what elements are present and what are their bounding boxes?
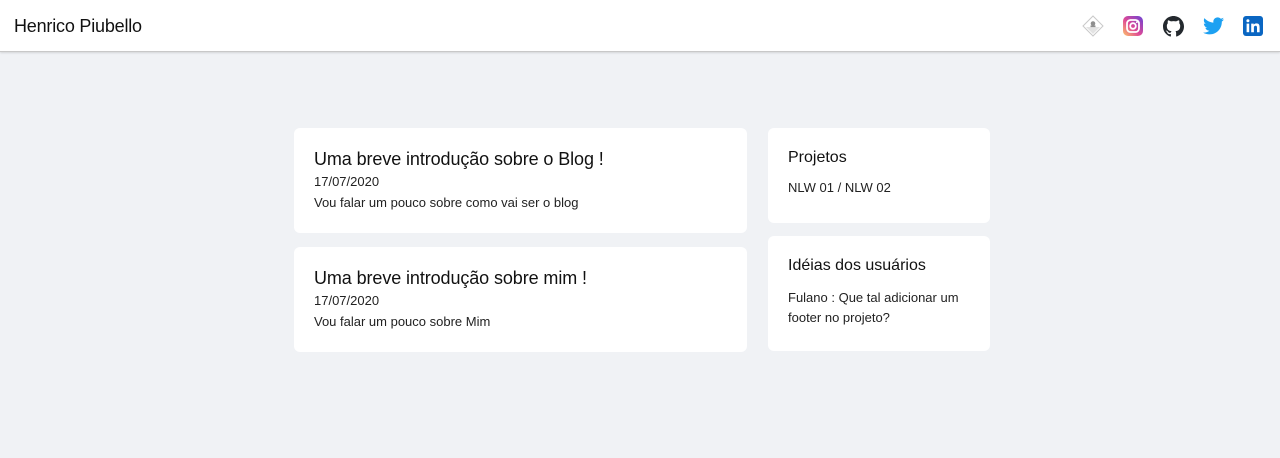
post-title[interactable]: Uma breve introdução sobre o Blog ! <box>314 148 727 170</box>
social-links <box>1064 14 1264 38</box>
post-card[interactable]: Uma breve introdução sobre o Blog ! 17/0… <box>294 128 747 233</box>
post-excerpt: Vou falar um pouco sobre como vai ser o … <box>314 195 579 210</box>
projects-title: Projetos <box>788 149 847 166</box>
user-ideas-card: Idéias dos usuários Fulano : Que tal adi… <box>768 236 990 351</box>
diamond-logo-icon[interactable] <box>1082 15 1104 37</box>
github-icon[interactable] <box>1162 15 1184 37</box>
post-date: 17/07/2020 <box>314 293 380 308</box>
instagram-icon[interactable] <box>1122 15 1144 37</box>
post-card[interactable]: Uma breve introdução sobre mim ! 17/07/2… <box>294 247 747 352</box>
post-excerpt: Vou falar um pouco sobre Mim <box>314 314 491 329</box>
site-title[interactable]: Henrico Piubello <box>14 16 142 36</box>
post-title[interactable]: Uma breve introdução sobre mim ! <box>314 267 727 289</box>
twitter-icon[interactable] <box>1202 15 1224 37</box>
top-navbar: Henrico Piubello <box>0 0 1280 52</box>
user-ideas-title: Idéias dos usuários <box>788 257 926 274</box>
user-idea-comment: Fulano : Que tal adicionar um footer no … <box>788 290 959 325</box>
post-date: 17/07/2020 <box>314 174 380 189</box>
projects-card: Projetos NLW 01 / NLW 02 <box>768 128 990 223</box>
linkedin-icon[interactable] <box>1242 15 1264 37</box>
projects-list[interactable]: NLW 01 / NLW 02 <box>788 178 970 198</box>
